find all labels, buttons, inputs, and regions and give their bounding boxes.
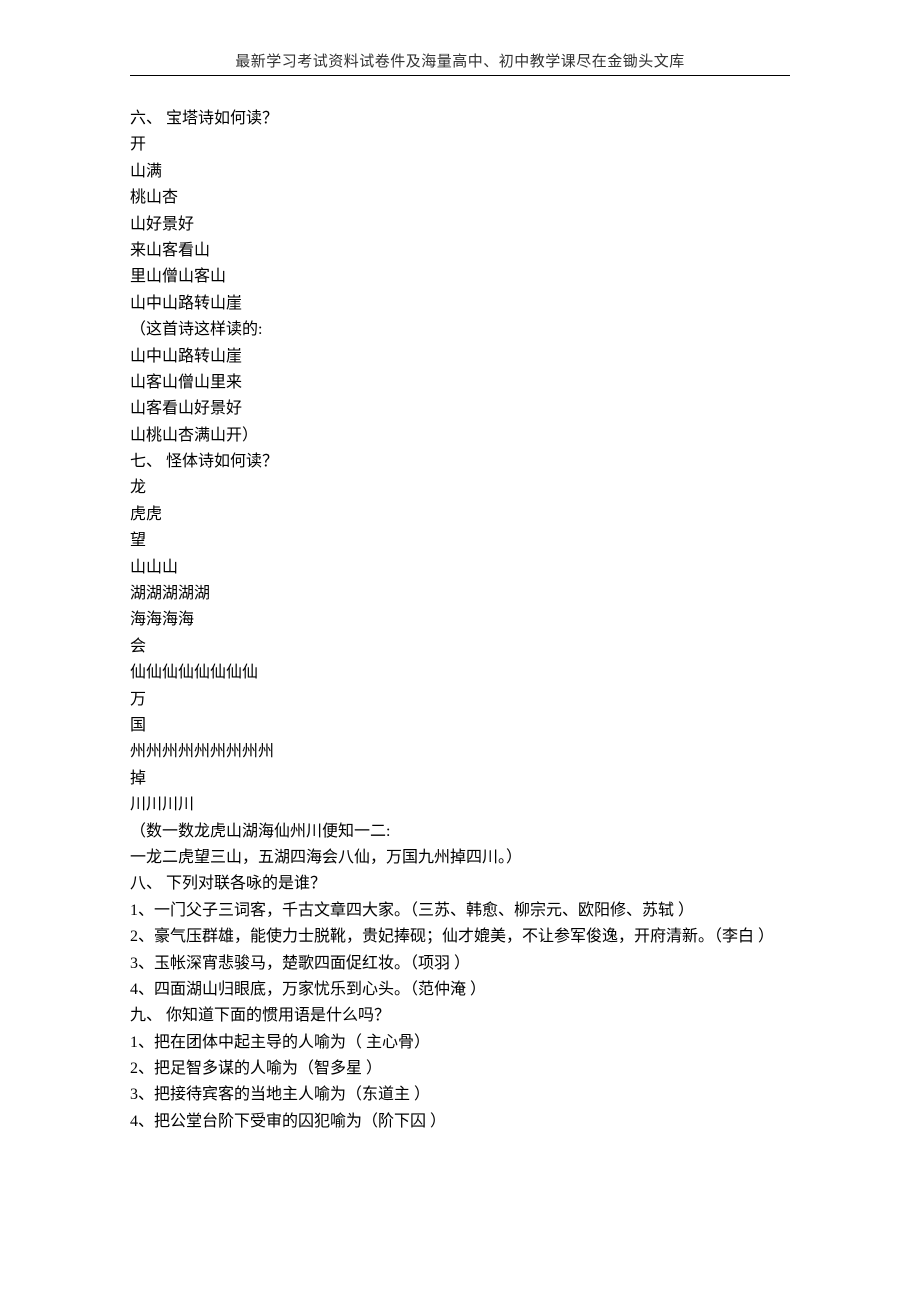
page-header: 最新学习考试资料试卷件及海量高中、初中教学课尽在金锄头文库 [130,50,790,71]
text-line: 湖湖湖湖湖 [130,581,790,607]
text-line: 川川川川 [130,792,790,818]
text-line: 万 [130,687,790,713]
text-line: 仙仙仙仙仙仙仙仙 [130,660,790,686]
text-line: 山客看山好景好 [130,396,790,422]
text-line: 海海海海 [130,607,790,633]
text-line: 桃山杏 [130,185,790,211]
text-line: 掉 [130,766,790,792]
text-line: 1、把在团体中起主导的人喻为（ 主心骨） [130,1030,790,1056]
text-line: 山桃山杏满山开） [130,423,790,449]
document-content: 六、 宝塔诗如何读？ 开 山满 桃山杏 山好景好 来山客看山 里山僧山客山 山中… [130,106,790,1135]
text-line: 山满 [130,159,790,185]
text-line: 望 [130,528,790,554]
text-line: 4、把公堂台阶下受审的囚犯喻为（阶下囚 ） [130,1109,790,1135]
text-line: 虎虎 [130,502,790,528]
text-line: 九、 你知道下面的惯用语是什么吗？ [130,1003,790,1029]
text-line: 山好景好 [130,212,790,238]
text-line: 1、一门父子三词客，千古文章四大家。（三苏、韩愈、柳宗元、欧阳修、苏轼 ） [130,898,790,924]
text-line: 3、玉帐深宵悲骏马，楚歌四面促红妆。（项羽 ） [130,951,790,977]
text-line: 龙 [130,475,790,501]
text-line: 八、 下列对联各咏的是谁？ [130,871,790,897]
text-line: 4、四面湖山归眼底，万家忧乐到心头。（范仲淹 ） [130,977,790,1003]
text-line: 会 [130,634,790,660]
text-line: 开 [130,132,790,158]
header-divider [130,75,790,76]
text-line: 国 [130,713,790,739]
text-line: 山中山路转山崖 [130,344,790,370]
text-line: 来山客看山 [130,238,790,264]
document-page: 最新学习考试资料试卷件及海量高中、初中教学课尽在金锄头文库 六、 宝塔诗如何读？… [0,0,920,1302]
text-line: 六、 宝塔诗如何读？ [130,106,790,132]
text-line: 山中山路转山崖 [130,291,790,317]
text-line: 山客山僧山里来 [130,370,790,396]
text-line: （数一数龙虎山湖海仙州川便知一二: [130,819,790,845]
text-line: 山山山 [130,555,790,581]
text-line: （这首诗这样读的: [130,317,790,343]
text-line: 一龙二虎望三山，五湖四海会八仙，万国九州掉四川。） [130,845,790,871]
text-line: 里山僧山客山 [130,264,790,290]
text-line: 七、 怪体诗如何读？ [130,449,790,475]
text-line: 2、把足智多谋的人喻为（智多星 ） [130,1056,790,1082]
text-line: 3、把接待宾客的当地主人喻为（东道主 ） [130,1082,790,1108]
text-line: 州州州州州州州州州 [130,739,790,765]
text-line: 2、豪气压群雄，能使力士脱靴，贵妃捧砚；仙才媲美，不让参军俊逸，开府清新。（李白… [130,924,790,950]
